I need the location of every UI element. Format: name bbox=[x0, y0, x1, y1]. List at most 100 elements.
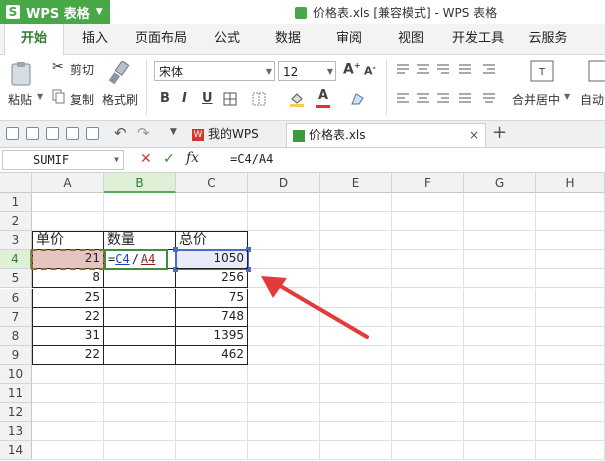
cell-a7[interactable]: 22 bbox=[32, 307, 104, 327]
cell-a11[interactable] bbox=[32, 384, 104, 404]
cell-h11[interactable] bbox=[536, 384, 605, 404]
row-header-4[interactable]: 4 bbox=[0, 250, 32, 270]
cell-e4[interactable] bbox=[320, 250, 392, 270]
align-center-icon[interactable] bbox=[416, 92, 430, 104]
cell-d1[interactable] bbox=[248, 193, 320, 213]
cell-h3[interactable] bbox=[536, 231, 605, 251]
cell-f7[interactable] bbox=[392, 307, 464, 327]
bold-button[interactable]: B bbox=[160, 91, 170, 106]
justify-icon[interactable] bbox=[458, 92, 472, 104]
insert-function-button[interactable]: fx bbox=[186, 150, 199, 166]
cell-f4[interactable] bbox=[392, 250, 464, 270]
cell-e13[interactable] bbox=[320, 422, 392, 442]
align-left-icon[interactable] bbox=[396, 92, 410, 104]
cell-border-style-icon[interactable] bbox=[252, 92, 266, 106]
cell-g14[interactable] bbox=[464, 441, 536, 461]
column-header-e[interactable]: E bbox=[320, 173, 392, 193]
row-header-11[interactable]: 11 bbox=[0, 384, 32, 404]
cell-g10[interactable] bbox=[464, 364, 536, 384]
cell-g8[interactable] bbox=[464, 326, 536, 346]
cell-g3[interactable] bbox=[464, 231, 536, 251]
save-icon[interactable] bbox=[26, 127, 39, 140]
cell-h2[interactable] bbox=[536, 212, 605, 232]
cell-h4[interactable] bbox=[536, 250, 605, 270]
column-header-c[interactable]: C bbox=[176, 173, 248, 193]
cell-f6[interactable] bbox=[392, 288, 464, 308]
align-middle-icon[interactable] bbox=[416, 63, 430, 75]
cell-d13[interactable] bbox=[248, 422, 320, 442]
cell-b7[interactable] bbox=[104, 307, 176, 327]
tab-formulas[interactable]: 公式 bbox=[205, 24, 249, 54]
cell-e2[interactable] bbox=[320, 212, 392, 232]
cell-b9[interactable] bbox=[104, 345, 176, 365]
cell-c12[interactable] bbox=[176, 403, 248, 423]
print-icon[interactable] bbox=[66, 127, 79, 140]
undo-icon[interactable]: ↶ bbox=[114, 124, 127, 142]
cell-d9[interactable] bbox=[248, 345, 320, 365]
row-header-8[interactable]: 8 bbox=[0, 326, 32, 346]
cell-e3[interactable] bbox=[320, 231, 392, 251]
cancel-icon[interactable]: ✕ bbox=[140, 151, 152, 167]
cell-a1[interactable] bbox=[32, 193, 104, 213]
open-folder-icon[interactable] bbox=[6, 127, 19, 140]
cell-g11[interactable] bbox=[464, 384, 536, 404]
cell-d12[interactable] bbox=[248, 403, 320, 423]
cell-f5[interactable] bbox=[392, 269, 464, 289]
borders-icon[interactable] bbox=[223, 92, 237, 106]
cell-c5[interactable]: 256 bbox=[176, 269, 248, 289]
column-header-g[interactable]: G bbox=[464, 173, 536, 193]
align-bottom-icon[interactable] bbox=[436, 63, 450, 75]
cell-a13[interactable] bbox=[32, 422, 104, 442]
cell-h9[interactable] bbox=[536, 345, 605, 365]
cell-f9[interactable] bbox=[392, 345, 464, 365]
font-color-icon[interactable]: A bbox=[318, 88, 328, 103]
cell-f10[interactable] bbox=[392, 364, 464, 384]
select-all-corner[interactable] bbox=[0, 173, 32, 193]
cell-a10[interactable] bbox=[32, 364, 104, 384]
cell-g13[interactable] bbox=[464, 422, 536, 442]
cell-e9[interactable] bbox=[320, 345, 392, 365]
tab-home[interactable]: 开始 bbox=[4, 24, 64, 55]
cell-b11[interactable] bbox=[104, 384, 176, 404]
cell-g9[interactable] bbox=[464, 345, 536, 365]
cell-a4[interactable]: 21 bbox=[32, 250, 104, 270]
italic-button[interactable]: I bbox=[182, 91, 187, 106]
cell-c4[interactable]: 1050 bbox=[176, 250, 248, 270]
row-header-10[interactable]: 10 bbox=[0, 364, 32, 384]
row-header-3[interactable]: 3 bbox=[0, 231, 32, 251]
cell-a9[interactable]: 22 bbox=[32, 345, 104, 365]
underline-button[interactable]: U bbox=[202, 91, 213, 106]
cell-b6[interactable] bbox=[104, 288, 176, 308]
cell-h6[interactable] bbox=[536, 288, 605, 308]
cell-a6[interactable]: 25 bbox=[32, 288, 104, 308]
column-header-a[interactable]: A bbox=[32, 173, 104, 193]
cell-a2[interactable] bbox=[32, 212, 104, 232]
align-right-icon[interactable] bbox=[436, 92, 450, 104]
tab-cloud[interactable]: 云服务 bbox=[520, 24, 576, 54]
cell-h12[interactable] bbox=[536, 403, 605, 423]
close-icon[interactable]: × bbox=[469, 124, 479, 146]
cell-c11[interactable] bbox=[176, 384, 248, 404]
row-header-14[interactable]: 14 bbox=[0, 441, 32, 461]
name-box[interactable]: SUMIF ▼ bbox=[2, 150, 124, 170]
cell-c3[interactable]: 总价 bbox=[176, 231, 248, 251]
cell-b5[interactable] bbox=[104, 269, 176, 289]
cell-g1[interactable] bbox=[464, 193, 536, 213]
new-tab-button[interactable]: + bbox=[492, 122, 507, 143]
orientation-icon[interactable] bbox=[458, 63, 472, 75]
cell-g7[interactable] bbox=[464, 307, 536, 327]
cell-e11[interactable] bbox=[320, 384, 392, 404]
tab-data[interactable]: 数据 bbox=[266, 24, 310, 54]
cell-editor-b4[interactable]: =C4/A4 bbox=[104, 249, 168, 271]
cell-a8[interactable]: 31 bbox=[32, 326, 104, 346]
cell-f2[interactable] bbox=[392, 212, 464, 232]
cell-c8[interactable]: 1395 bbox=[176, 326, 248, 346]
cell-g2[interactable] bbox=[464, 212, 536, 232]
preview-icon[interactable] bbox=[86, 127, 99, 140]
cell-b3[interactable]: 数量 bbox=[104, 231, 176, 251]
cell-h8[interactable] bbox=[536, 326, 605, 346]
cell-f8[interactable] bbox=[392, 326, 464, 346]
font-name-select[interactable]: 宋体 ▼ bbox=[154, 61, 275, 81]
tab-price-sheet[interactable]: 价格表.xls × bbox=[286, 123, 486, 147]
row-header-1[interactable]: 1 bbox=[0, 193, 32, 213]
